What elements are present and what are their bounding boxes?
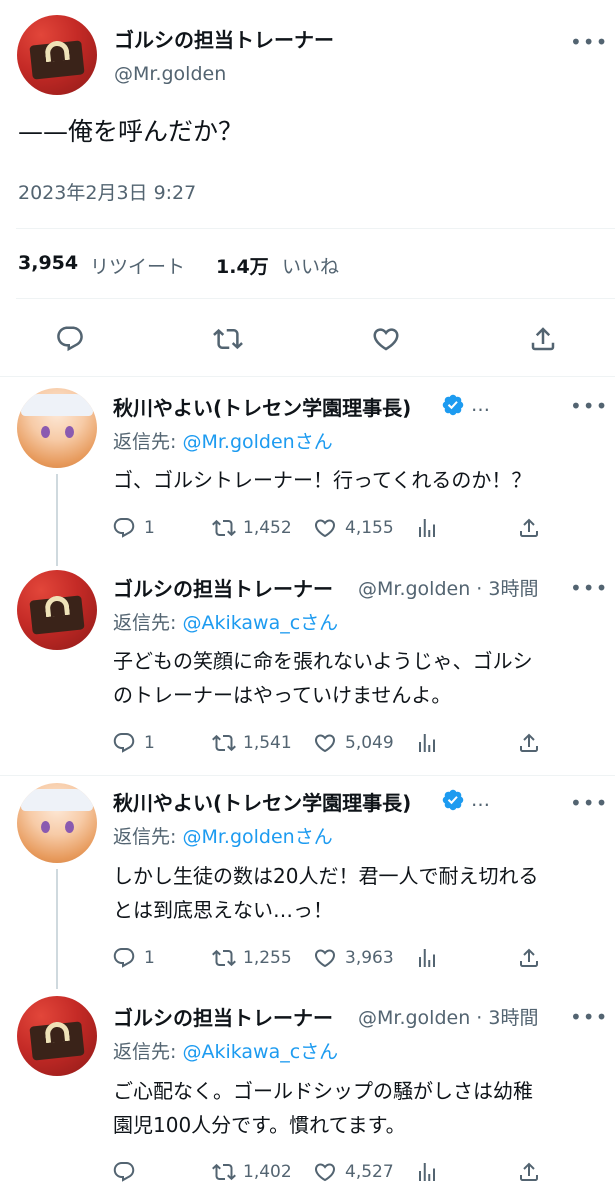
divider — [0, 376, 615, 377]
reply-to-mention[interactable]: @Mr.goldenさん — [182, 826, 332, 848]
share-icon[interactable] — [517, 1160, 541, 1184]
reply-prefix: 返信先: — [113, 1041, 183, 1063]
more-icon[interactable]: ••• — [570, 32, 608, 52]
reply-to-line: 返信先: @Akikawa_cさん — [113, 608, 338, 635]
reply-icon[interactable] — [112, 1160, 136, 1184]
author-name[interactable]: ゴルシの担当トレーナー — [113, 573, 333, 602]
reply-prefix: 返信先: — [113, 826, 183, 848]
like-icon[interactable] — [313, 1160, 337, 1184]
author-name[interactable]: ゴルシの担当トレーナー — [113, 1002, 333, 1031]
reply-to-mention[interactable]: @Akikawa_cさん — [182, 1041, 338, 1063]
author-name[interactable]: 秋川やよい(トレセン学園理事長) — [113, 787, 411, 816]
tweet-meta: @Mr.golden · 3時間 — [358, 578, 539, 600]
author-handle[interactable]: @Mr.golden — [114, 63, 226, 85]
likes-label[interactable]: いいね — [282, 252, 339, 279]
reply-text-line: ご心配なく。ゴールドシップの騒がしさは幼稚 — [113, 1079, 533, 1103]
more-icon[interactable]: ••• — [570, 793, 608, 813]
share-icon[interactable] — [517, 731, 541, 755]
more-icon[interactable]: ••• — [570, 578, 608, 598]
reply-count: 1 — [144, 948, 155, 968]
retweets-count[interactable]: 3,954 — [18, 252, 78, 274]
verified-badge-icon — [441, 788, 465, 812]
reply-prefix: 返信先: — [113, 612, 183, 634]
retweet-count: 1,402 — [243, 1162, 292, 1182]
tweet-text: ——俺を呼んだか？ — [18, 117, 244, 146]
tweet-timestamp[interactable]: 2023年2月3日 9:27 — [18, 178, 196, 205]
reply-icon[interactable] — [55, 324, 85, 354]
reply-text: 子どもの笑顔に命を張れないようじゃ、ゴルシ のトレーナーはやっていけませんよ。 — [113, 644, 533, 712]
analytics-icon[interactable] — [415, 946, 439, 970]
retweet-icon[interactable] — [213, 324, 243, 354]
retweets-label[interactable]: リツイート — [90, 252, 185, 279]
analytics-icon[interactable] — [415, 516, 439, 540]
reply-text-line: のトレーナーはやっていけませんよ。 — [113, 683, 452, 707]
like-icon[interactable] — [313, 731, 337, 755]
reply-text: ご心配なく。ゴールドシップの騒がしさは幼稚 園児100人分です。慣れてます。 — [113, 1074, 533, 1142]
reply-to-mention[interactable]: @Mr.goldenさん — [182, 431, 332, 453]
retweet-icon[interactable] — [212, 1160, 236, 1184]
reply-text-line: 園児100人分です。慣れてます。 — [113, 1113, 406, 1137]
analytics-icon[interactable] — [415, 1160, 439, 1184]
divider — [0, 775, 615, 776]
author-name[interactable]: ゴルシの担当トレーナー — [114, 24, 334, 53]
share-icon[interactable] — [517, 946, 541, 970]
thread-line — [56, 869, 58, 989]
avatar[interactable] — [17, 783, 97, 863]
tweet-meta: … — [471, 789, 490, 811]
like-icon[interactable] — [371, 324, 401, 354]
tweet-meta: … — [471, 394, 490, 416]
retweet-count: 1,452 — [243, 518, 292, 538]
divider — [16, 298, 615, 299]
reply-icon[interactable] — [112, 946, 136, 970]
reply-text-line: しかし生徒の数は20人だ！君一人で耐え切れる — [113, 864, 539, 888]
reply-count: 1 — [144, 733, 155, 753]
share-icon[interactable] — [517, 516, 541, 540]
thread-line — [56, 474, 58, 566]
avatar[interactable] — [17, 570, 97, 650]
more-icon[interactable]: ••• — [570, 1007, 608, 1027]
like-icon[interactable] — [313, 946, 337, 970]
retweet-count: 1,255 — [243, 948, 292, 968]
reply-text-line: とは到底思えない…っ！ — [113, 898, 333, 922]
likes-count[interactable]: 1.4万 — [216, 252, 269, 279]
reply-text: しかし生徒の数は20人だ！君一人で耐え切れる とは到底思えない…っ！ — [113, 859, 538, 927]
reply-text-line: 子どもの笑顔に命を張れないようじゃ、ゴルシ — [113, 649, 533, 673]
reply-icon[interactable] — [112, 731, 136, 755]
reply-to-line: 返信先: @Akikawa_cさん — [113, 1037, 338, 1064]
share-icon[interactable] — [528, 324, 558, 354]
reply-to-line: 返信先: @Mr.goldenさん — [113, 822, 333, 849]
reply-text: ゴ、ゴルシトレーナー！行ってくれるのか！？ — [113, 468, 532, 492]
avatar[interactable] — [17, 996, 97, 1076]
author-name[interactable]: 秋川やよい(トレセン学園理事長) — [113, 392, 411, 421]
more-icon[interactable]: ••• — [570, 396, 608, 416]
avatar[interactable] — [17, 388, 97, 468]
like-count: 3,963 — [345, 948, 394, 968]
divider — [16, 228, 615, 229]
retweet-icon[interactable] — [212, 731, 236, 755]
reply-to-mention[interactable]: @Akikawa_cさん — [182, 612, 338, 634]
tweet-meta: @Mr.golden · 3時間 — [358, 1007, 539, 1029]
reply-icon[interactable] — [112, 516, 136, 540]
like-count: 5,049 — [345, 733, 394, 753]
like-count: 4,527 — [345, 1162, 394, 1182]
like-count: 4,155 — [345, 518, 394, 538]
analytics-icon[interactable] — [415, 731, 439, 755]
like-icon[interactable] — [313, 516, 337, 540]
retweet-count: 1,541 — [243, 733, 292, 753]
reply-prefix: 返信先: — [113, 431, 183, 453]
reply-count: 1 — [144, 518, 155, 538]
retweet-icon[interactable] — [212, 946, 236, 970]
retweet-icon[interactable] — [212, 516, 236, 540]
verified-badge-icon — [441, 393, 465, 417]
avatar[interactable] — [17, 15, 97, 95]
reply-to-line: 返信先: @Mr.goldenさん — [113, 427, 333, 454]
